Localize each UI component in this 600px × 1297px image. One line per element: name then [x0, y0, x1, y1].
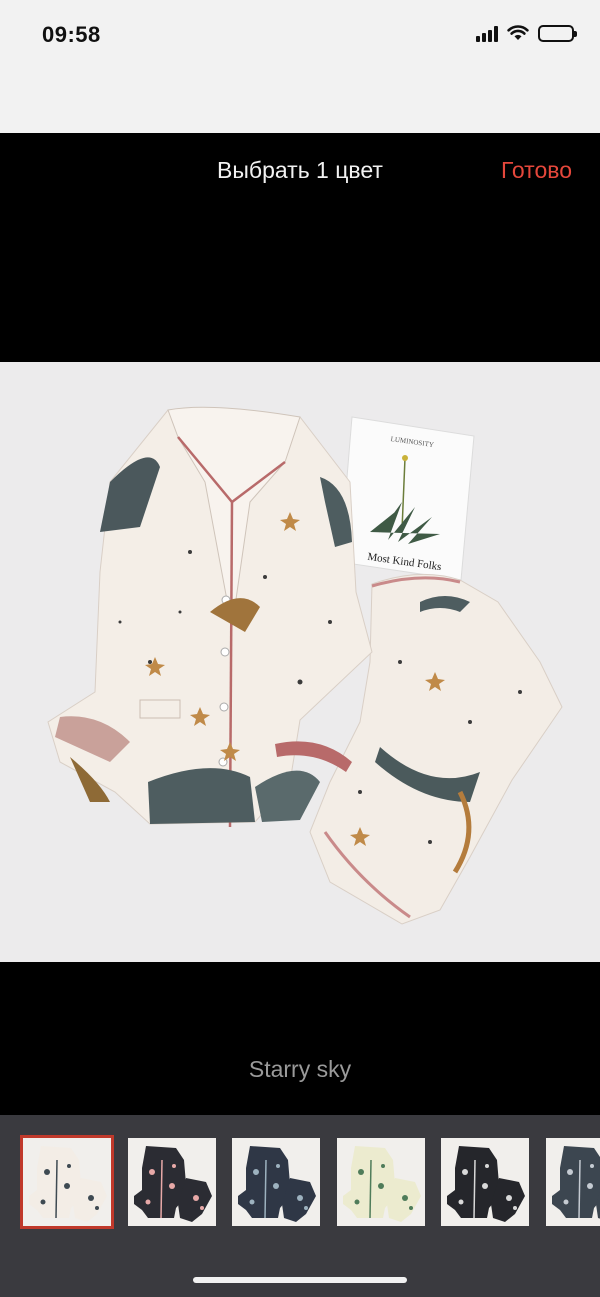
status-icons	[476, 25, 577, 42]
product-photo: LUMINOSITY Most Kind Folks	[0, 362, 600, 962]
pajama-set-image: LUMINOSITY Most Kind Folks	[0, 362, 600, 962]
color-thumbnail[interactable]	[441, 1138, 529, 1226]
cellular-signal-icon	[476, 25, 498, 42]
color-thumbnail[interactable]	[337, 1138, 425, 1226]
thumbnail-image	[232, 1138, 320, 1226]
color-thumbnail[interactable]	[20, 1135, 114, 1229]
thumbnail-image	[337, 1138, 425, 1226]
thumbnail-image	[441, 1138, 529, 1226]
home-indicator[interactable]	[193, 1277, 407, 1283]
thumbnail-image	[546, 1138, 600, 1226]
status-time: 09:58	[42, 22, 101, 47]
wifi-icon	[507, 25, 529, 40]
status-bar: 09:58	[0, 0, 600, 133]
color-thumbnail-strip[interactable]	[0, 1115, 600, 1297]
color-thumbnail[interactable]	[128, 1138, 216, 1226]
brand-card: LUMINOSITY Most Kind Folks	[339, 416, 475, 581]
variant-name: Starry sky	[248, 1056, 352, 1082]
battery-icon	[538, 25, 577, 42]
done-button[interactable]: Готово	[501, 157, 572, 184]
thumbnail-image	[23, 1138, 111, 1226]
color-picker-header: Выбрать 1 цвет Готово	[0, 133, 600, 211]
thumbnail-image	[128, 1138, 216, 1226]
color-thumbnail[interactable]	[232, 1138, 320, 1226]
color-thumbnail[interactable]	[546, 1138, 600, 1226]
